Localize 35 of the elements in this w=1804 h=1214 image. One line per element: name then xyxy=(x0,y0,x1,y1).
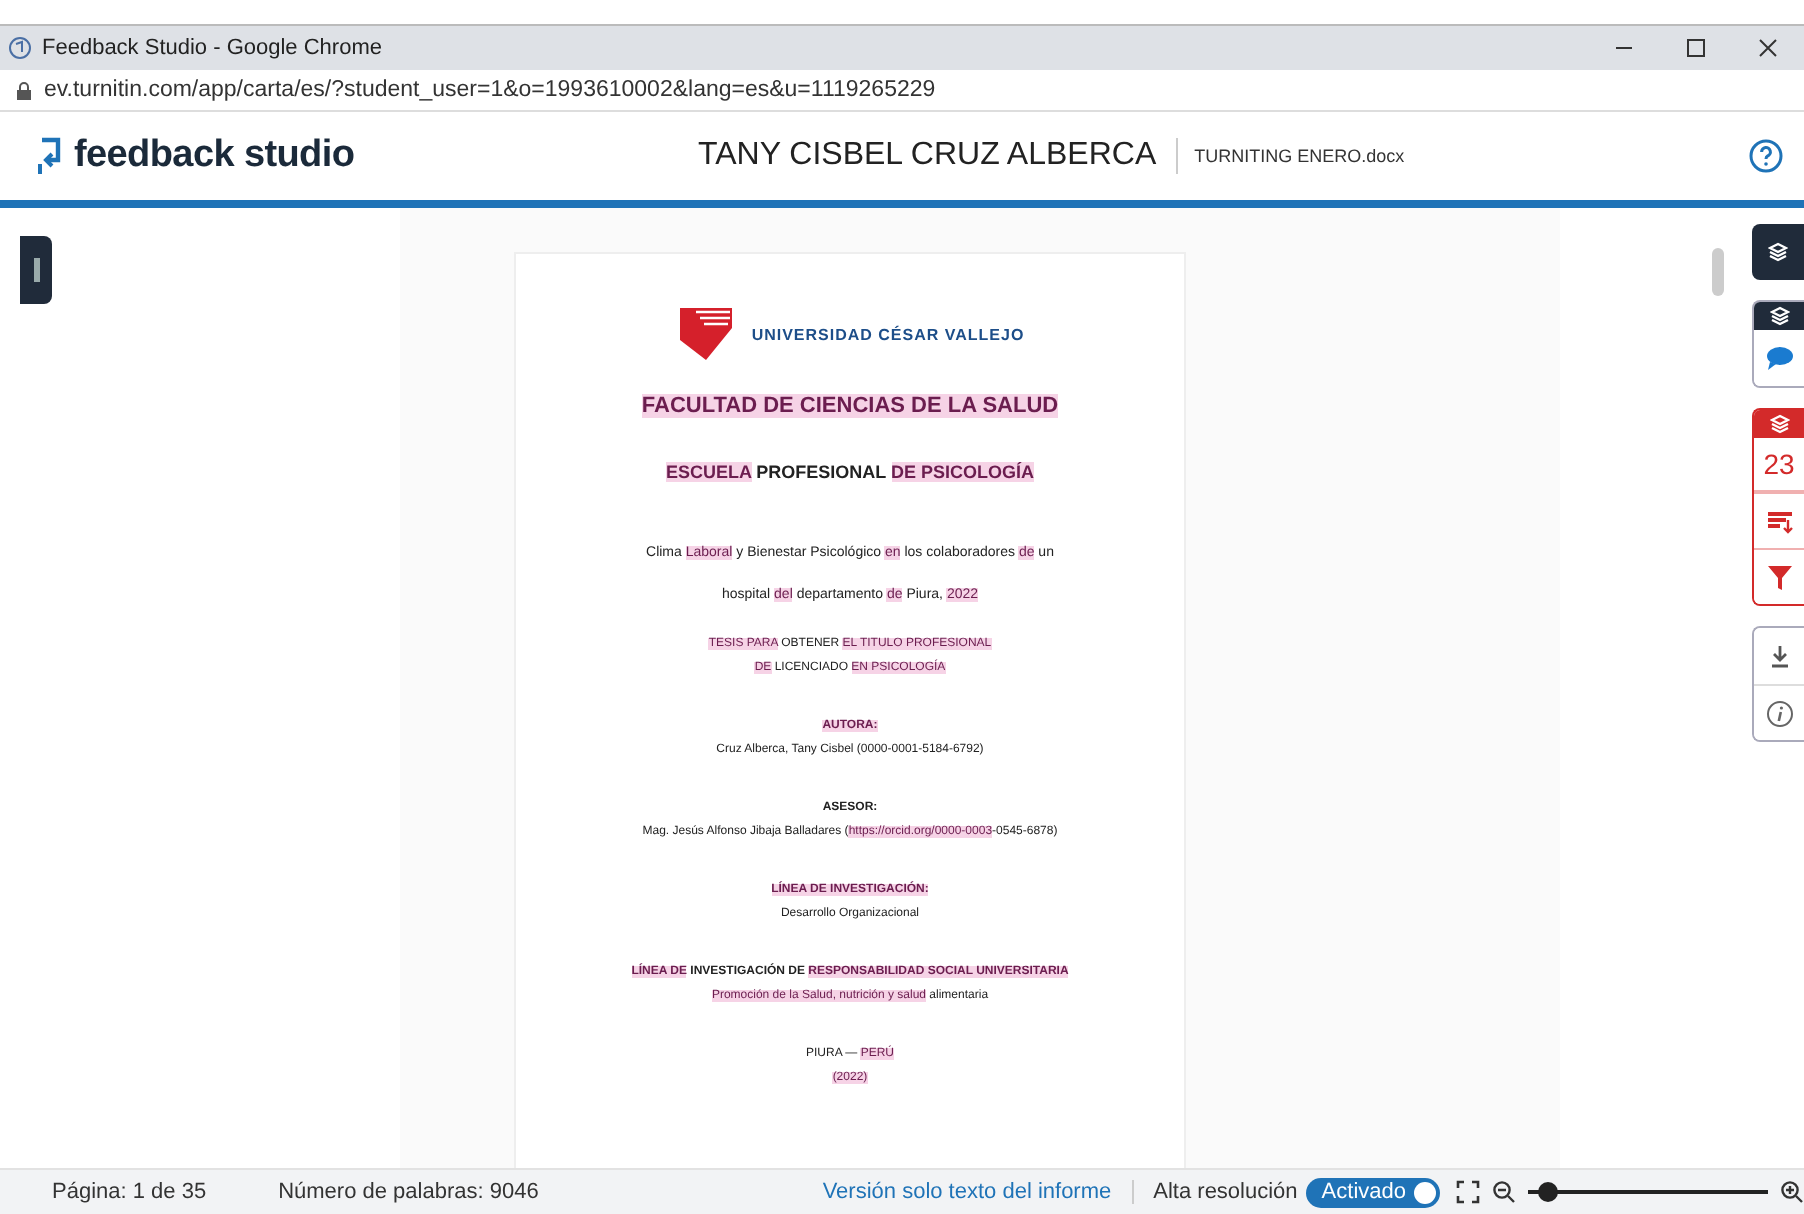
fullscreen-icon[interactable] xyxy=(1456,1180,1480,1204)
panel-handle[interactable] xyxy=(20,236,52,304)
window-title: Feedback Studio - Google Chrome xyxy=(42,36,382,60)
zoom-out-icon[interactable] xyxy=(1492,1180,1516,1204)
document-text: ESCUELA PROFESIONAL DE PSICOLOGÍA xyxy=(665,460,1035,484)
layers-icon xyxy=(1769,306,1789,326)
layers-button[interactable] xyxy=(1752,224,1804,280)
text-only-link[interactable]: Versión solo texto del informe xyxy=(822,1180,1134,1204)
university-name: UNIVERSIDAD CÉSAR VALLEJO xyxy=(751,325,1025,343)
filter-icon xyxy=(1768,565,1792,589)
slider-thumb[interactable] xyxy=(1537,1182,1558,1202)
download-icon xyxy=(1770,644,1790,668)
student-name: TANY CISBEL CRUZ ALBERCA xyxy=(698,138,1179,174)
info-icon xyxy=(1766,699,1794,727)
university-logo-icon xyxy=(675,304,736,364)
layers-icon xyxy=(1769,414,1789,434)
layers-icon xyxy=(1768,242,1788,262)
page-count: Página: 1 de 35 xyxy=(52,1180,207,1204)
speech-bubble-icon xyxy=(1766,346,1794,370)
logo-icon xyxy=(36,136,64,176)
scrollbar-thumb[interactable] xyxy=(1712,248,1724,296)
filter-button[interactable] xyxy=(1754,548,1804,604)
info-button[interactable] xyxy=(1754,684,1804,740)
document-text: FACULTAD DE CIENCIAS DE LA SALUD xyxy=(641,392,1059,420)
help-icon[interactable] xyxy=(1748,138,1784,174)
app-icon xyxy=(8,36,32,60)
high-resolution-toggle[interactable]: Activado xyxy=(1305,1177,1440,1207)
word-count: Número de palabras: 9046 xyxy=(278,1180,539,1204)
zoom-in-icon[interactable] xyxy=(1780,1180,1804,1204)
sort-icon xyxy=(1766,509,1794,533)
high-resolution-label: Alta resolución xyxy=(1153,1180,1298,1204)
lock-icon xyxy=(16,81,32,99)
url-field[interactable]: ev.turnitin.com/app/carta/es/?student_user=1&o=1993610002&lang=es&u=1119265229 xyxy=(44,78,936,102)
app-logo: feedback studio xyxy=(74,134,355,178)
file-name: TURNITING ENERO.docx xyxy=(1192,146,1405,166)
